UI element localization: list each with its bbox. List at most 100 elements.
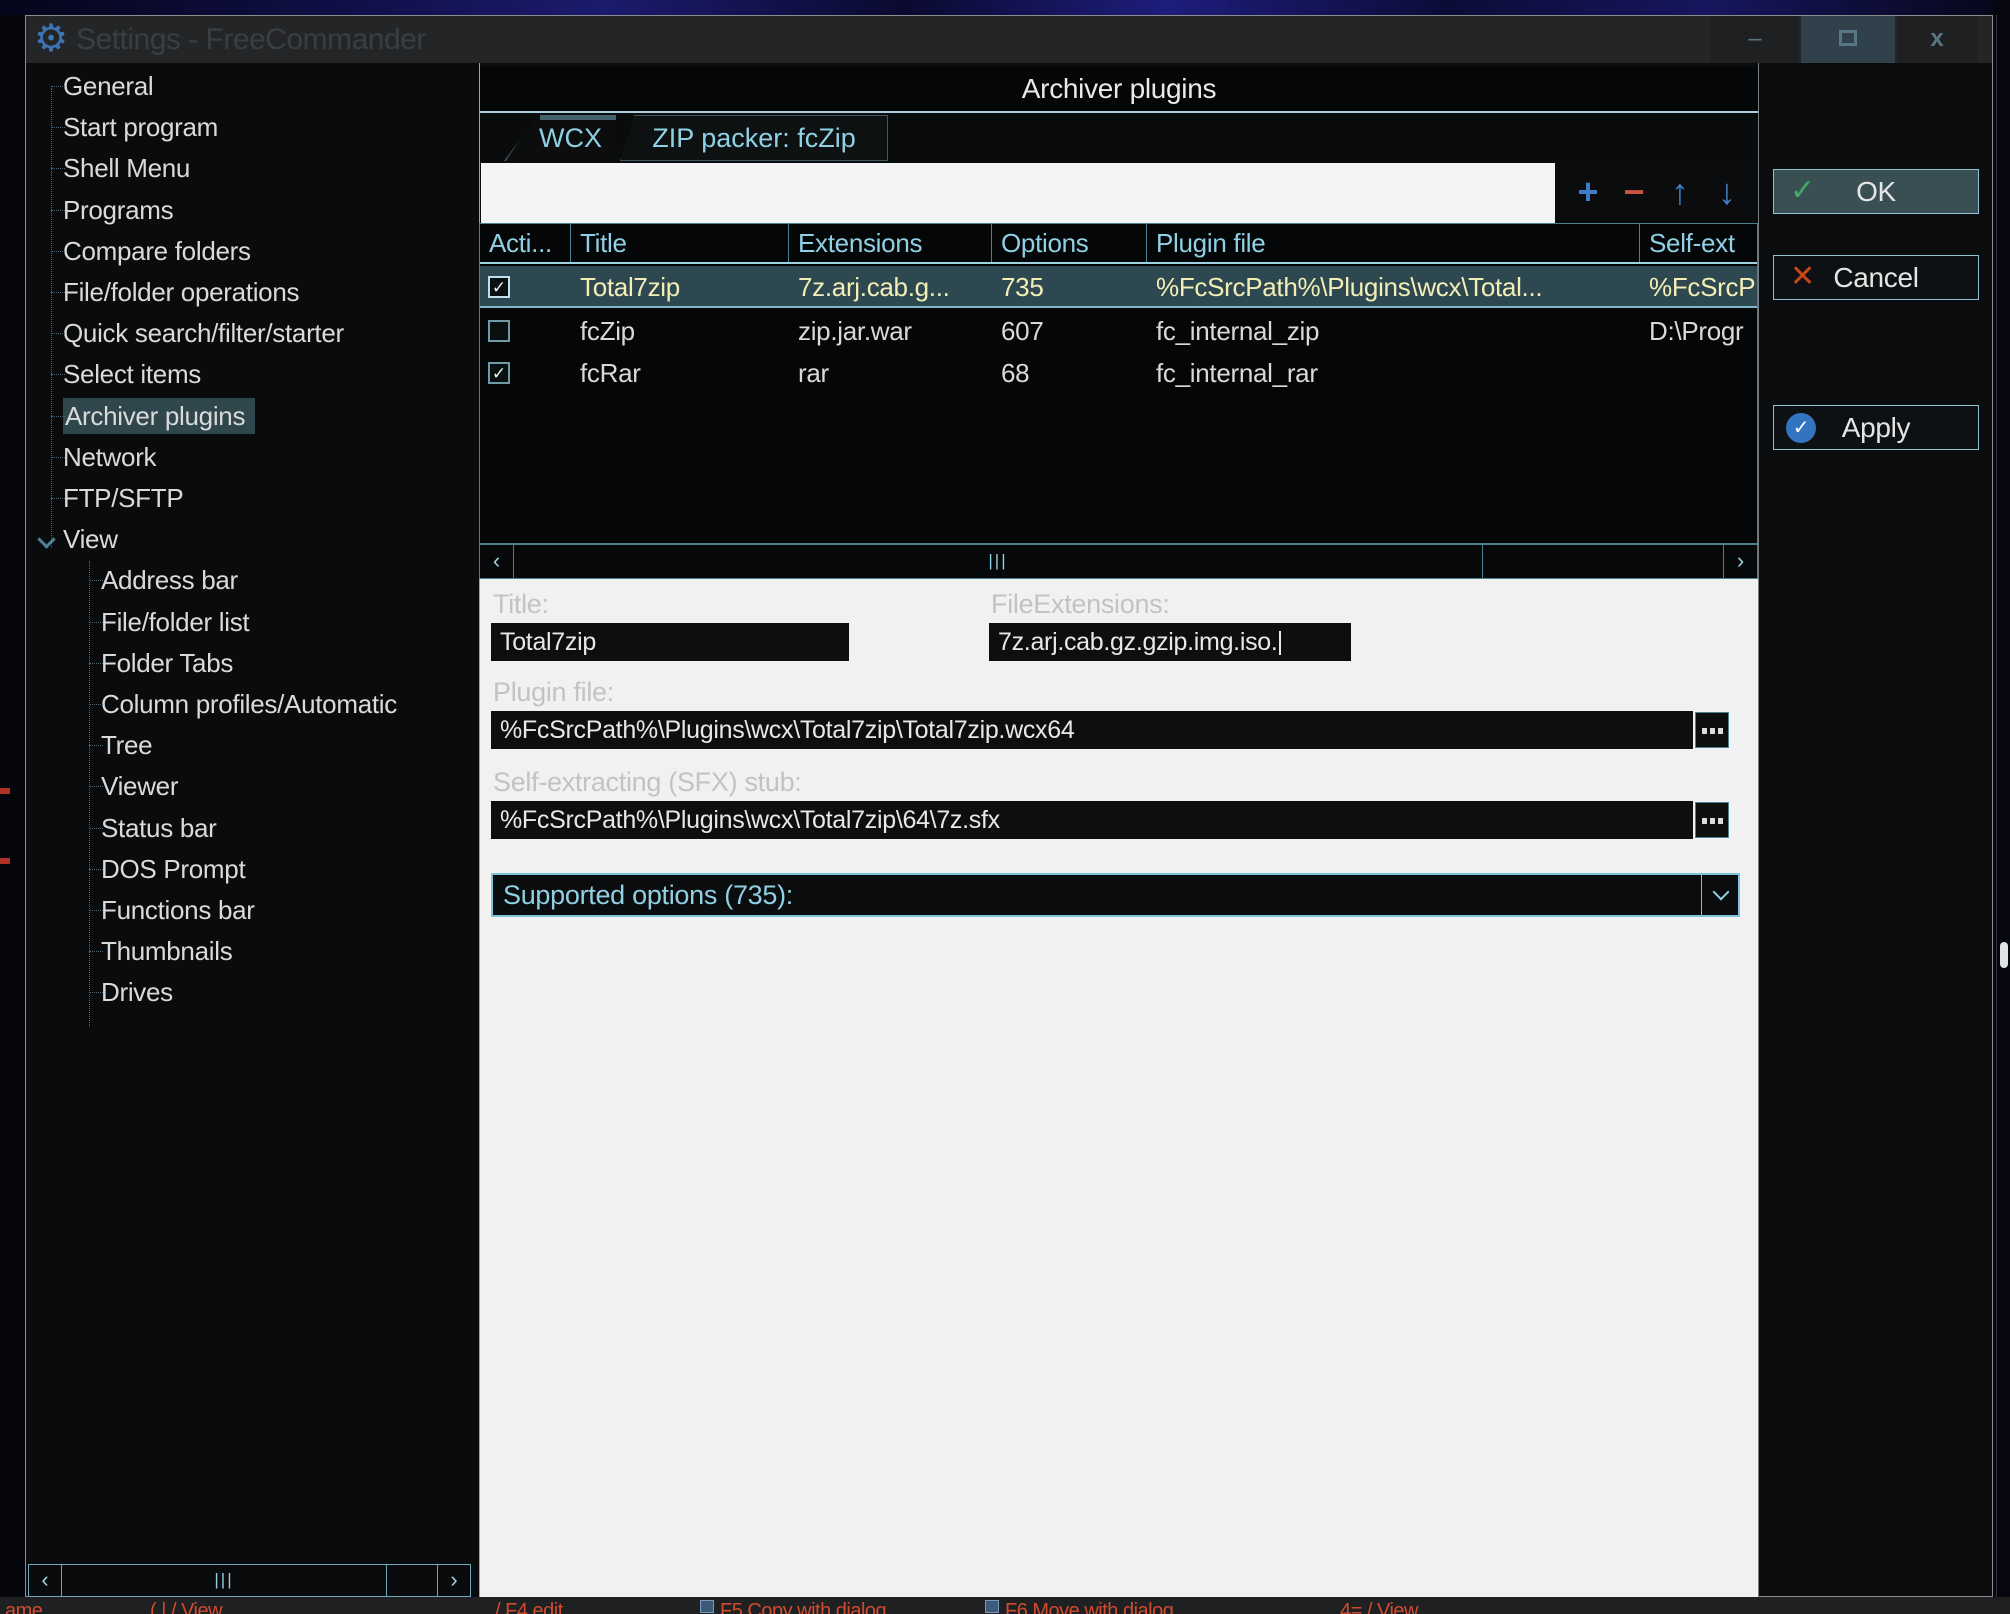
sidebar-item-select-items[interactable]: Select items xyxy=(32,355,201,393)
sidebar-item-drives[interactable]: Drives xyxy=(32,973,173,1011)
plugin-filter-input[interactable] xyxy=(481,163,1555,223)
clipped-red-text-fragment xyxy=(0,788,10,794)
apply-check-icon: ✓ xyxy=(1786,413,1816,443)
titlebar[interactable]: ⚙ Settings - FreeCommander – x xyxy=(26,16,1992,63)
title-label: Title: xyxy=(493,589,549,620)
sidebar-item-view[interactable]: View xyxy=(32,520,118,558)
browse-plugin-file-button[interactable] xyxy=(1695,712,1729,748)
cell-self-ext: D:\Progr xyxy=(1640,310,1758,352)
sidebar-item-functions-bar[interactable]: Functions bar xyxy=(32,891,255,929)
column-header-self-ext[interactable]: Self-ext xyxy=(1640,224,1758,262)
apply-button[interactable]: ✓ Apply xyxy=(1773,405,1979,450)
panel-divider xyxy=(1758,63,1759,1598)
sidebar-item-folder-tabs[interactable]: Folder Tabs xyxy=(32,644,233,682)
sidebar-item-tree[interactable]: Tree xyxy=(32,726,152,764)
cell-plugin-file: %FcSrcPath%\Plugins\wcx\Total... xyxy=(1147,266,1640,308)
title-field[interactable]: Total7zip xyxy=(491,623,849,661)
scroll-right-icon[interactable]: › xyxy=(1723,545,1757,578)
tab-zip-packer[interactable]: ZIP packer: fcZip xyxy=(620,115,888,161)
sidebar-item-ftp-sftp[interactable]: FTP/SFTP xyxy=(32,479,183,517)
column-header-title[interactable]: Title xyxy=(571,224,789,262)
add-plugin-button[interactable]: + xyxy=(1568,163,1608,223)
cell-self-ext: %FcSrcP xyxy=(1640,266,1758,308)
column-header-extensions[interactable]: Extensions xyxy=(789,224,992,262)
cell-extensions: 7z.arj.cab.g... xyxy=(789,266,992,308)
sidebar-item-quick-search[interactable]: Quick search/filter/starter xyxy=(32,314,344,352)
x-icon: ✕ xyxy=(1790,256,1815,299)
sidebar-item-thumbnails[interactable]: Thumbnails xyxy=(32,932,232,970)
scrollbar-thumb[interactable]: ||| xyxy=(62,1565,387,1596)
sidebar-horizontal-scrollbar[interactable]: ‹ ||| › xyxy=(28,1564,471,1597)
chevron-down-icon[interactable] xyxy=(38,530,56,548)
settings-gear-icon: ⚙ xyxy=(34,16,68,62)
active-checkbox[interactable] xyxy=(488,320,510,342)
sfx-stub-label: Self-extracting (SFX) stub: xyxy=(493,767,802,798)
sidebar-item-viewer[interactable]: Viewer xyxy=(32,767,178,805)
column-header-plugin-file[interactable]: Plugin file xyxy=(1147,224,1640,262)
table-row-total7zip[interactable]: ✓ Total7zip 7z.arj.cab.g... 735 %FcSrcPa… xyxy=(480,266,1757,308)
sfx-stub-field[interactable]: %FcSrcPath%\Plugins\wcx\Total7zip\64\7z.… xyxy=(491,801,1693,839)
active-checkbox[interactable]: ✓ xyxy=(488,276,510,298)
cell-title: fcRar xyxy=(571,352,789,394)
table-header: Acti... Title Extensions Options Plugin … xyxy=(480,224,1757,264)
plugin-detail-form: Title: Total7zip FileExtensions: 7z.arj.… xyxy=(480,579,1758,1598)
cancel-button[interactable]: ✕ Cancel xyxy=(1773,255,1979,300)
cell-options: 735 xyxy=(992,266,1147,308)
sidebar-item-shell-menu[interactable]: Shell Menu xyxy=(32,149,190,187)
supported-options-dropdown[interactable]: Supported options (735): xyxy=(491,873,1740,917)
cell-extensions: zip.jar.war xyxy=(789,310,992,352)
sidebar-item-general[interactable]: General xyxy=(32,67,153,105)
sidebar-item-programs[interactable]: Programs xyxy=(32,191,173,229)
plugin-file-field[interactable]: %FcSrcPath%\Plugins\wcx\Total7zip\Total7… xyxy=(491,711,1693,749)
functionbar-fragment: / F4 edit xyxy=(495,1600,563,1614)
tab-slant-edge xyxy=(503,115,535,163)
sidebar-item-address-bar[interactable]: Address bar xyxy=(32,561,238,599)
column-header-active[interactable]: Acti... xyxy=(480,224,571,262)
table-horizontal-scrollbar[interactable]: ‹ ||| › xyxy=(479,544,1758,579)
move-up-button[interactable]: ↑ xyxy=(1660,163,1700,223)
functionbar-fragment: F6 Move with dialog xyxy=(985,1600,1173,1614)
dropdown-separator xyxy=(1701,875,1702,915)
sidebar-item-compare-folders[interactable]: Compare folders xyxy=(32,232,251,270)
ok-button[interactable]: ✓ OK xyxy=(1773,169,1979,214)
table-row-fcrar[interactable]: ✓ fcRar rar 68 fc_internal_rar xyxy=(480,352,1757,394)
settings-dialog: ⚙ Settings - FreeCommander – x General S… xyxy=(25,15,1993,1597)
sidebar-item-column-profiles[interactable]: Column profiles/Automatic xyxy=(32,685,397,723)
tab-wcx[interactable]: WCX xyxy=(504,115,616,161)
cell-plugin-file: fc_internal_rar xyxy=(1147,352,1640,394)
maximize-button[interactable] xyxy=(1801,16,1895,63)
scroll-left-icon[interactable]: ‹ xyxy=(29,1565,62,1596)
chevron-down-icon[interactable] xyxy=(1714,886,1728,900)
sidebar-item-start-program[interactable]: Start program xyxy=(32,108,218,146)
active-checkbox[interactable]: ✓ xyxy=(488,362,510,384)
minimize-button[interactable]: – xyxy=(1711,16,1799,63)
sidebar-item-status-bar[interactable]: Status bar xyxy=(32,809,217,847)
background-scrollbar-thumb xyxy=(2000,942,2008,968)
move-down-button[interactable]: ↓ xyxy=(1707,163,1747,223)
file-extensions-field[interactable]: 7z.arj.cab.gz.gzip.img.iso. xyxy=(989,623,1351,661)
background-functions-bar: ame ( | / View / F4 edit F5 Copy with di… xyxy=(0,1597,2010,1614)
remove-plugin-button[interactable]: − xyxy=(1614,163,1654,223)
close-button[interactable]: x xyxy=(1897,16,1977,63)
scrollbar-thumb[interactable]: ||| xyxy=(514,545,1483,578)
plugins-table: Acti... Title Extensions Options Plugin … xyxy=(479,223,1758,544)
scroll-right-icon[interactable]: › xyxy=(437,1565,470,1596)
cell-options: 68 xyxy=(992,352,1147,394)
sidebar-item-network[interactable]: Network xyxy=(32,438,156,476)
background-window-edge xyxy=(1996,15,1997,1597)
sidebar-item-dos-prompt[interactable]: DOS Prompt xyxy=(32,850,245,888)
settings-category-tree: General Start program Shell Menu Program… xyxy=(32,63,479,1598)
sidebar-item-file-folder-operations[interactable]: File/folder operations xyxy=(32,273,299,311)
column-header-options[interactable]: Options xyxy=(992,224,1147,262)
browse-sfx-stub-button[interactable] xyxy=(1695,802,1729,838)
table-row-fczip[interactable]: fcZip zip.jar.war 607 fc_internal_zip D:… xyxy=(480,310,1757,352)
active-tab-highlight xyxy=(540,115,616,120)
sidebar-item-file-folder-list[interactable]: File/folder list xyxy=(32,603,249,641)
scroll-left-icon[interactable]: ‹ xyxy=(480,545,514,578)
text-caret xyxy=(1279,631,1281,655)
cell-title: Total7zip xyxy=(571,266,789,308)
cell-self-ext xyxy=(1640,352,1758,394)
plugin-file-label: Plugin file: xyxy=(493,677,614,708)
sidebar-item-archiver-plugins[interactable]: Archiver plugins xyxy=(32,397,255,435)
desktop-right-strip xyxy=(1993,0,2010,1614)
